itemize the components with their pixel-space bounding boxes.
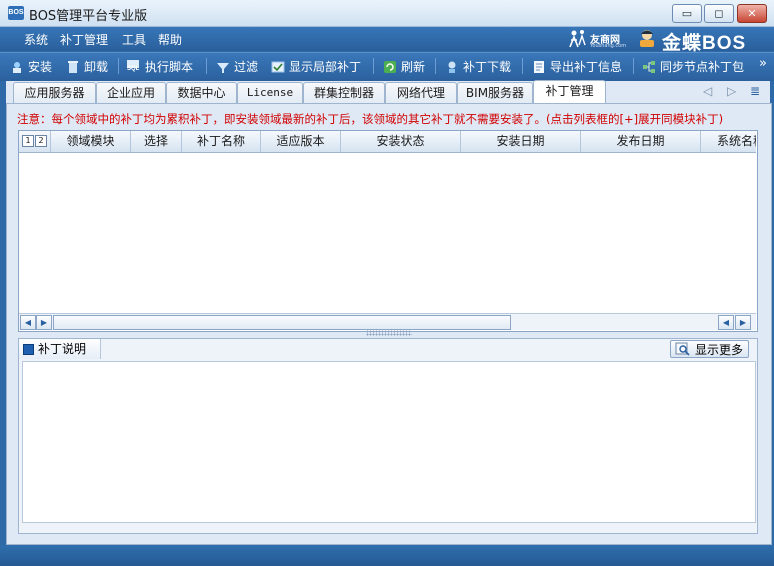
minimize-button[interactable]: ▭ [672, 4, 702, 23]
install-icon [13, 61, 21, 73]
filter-button[interactable]: 过滤 [216, 58, 258, 75]
column-install-status[interactable]: 安装状态 [341, 131, 461, 152]
export-icon [534, 60, 544, 73]
tab-app-server[interactable]: 应用服务器 [13, 82, 96, 103]
patch-description-content[interactable] [22, 361, 756, 523]
patch-download-button[interactable]: 补丁下载 [445, 58, 511, 75]
partial-patch-icon [271, 61, 285, 72]
sql-badge: SQL [127, 65, 140, 72]
expand-level-2-button[interactable]: 2 [35, 135, 47, 147]
kingdee-mascot-icon [640, 30, 654, 47]
install-label: 安装 [28, 60, 53, 74]
window-title: BOS管理平台专业版 [29, 9, 148, 24]
column-domain-module[interactable]: 领域模块 [51, 131, 131, 152]
kingdee-bos-logo: 金蝶BOS [662, 33, 747, 54]
tab-list-menu-icon[interactable]: ≣ [750, 84, 760, 98]
scroll-right-button-2[interactable]: ▶ [735, 315, 751, 330]
scroll-thumb[interactable] [53, 315, 511, 330]
export-patch-info-button[interactable]: 导出补丁信息 [532, 58, 622, 75]
scroll-right-button[interactable]: ▶ [36, 315, 52, 330]
patch-description-label: 补丁说明 [38, 342, 87, 356]
tab-next-icon[interactable]: ▷ [727, 84, 736, 98]
column-install-date[interactable]: 安装日期 [461, 131, 581, 152]
tab-enterprise-app[interactable]: 企业应用 [96, 82, 166, 103]
refresh-button[interactable]: 刷新 [383, 58, 425, 75]
toolbar-separator [373, 58, 374, 74]
status-bar [0, 545, 774, 566]
tab-prev-icon[interactable]: ◁ [703, 84, 712, 98]
filter-label: 过滤 [234, 60, 259, 74]
menu-patch-management[interactable]: 补丁管理 [60, 31, 108, 48]
download-icon [448, 61, 456, 73]
show-partial-patch-button[interactable]: 显示局部补丁 [271, 58, 361, 75]
menu-system[interactable]: 系统 [24, 31, 48, 48]
toolbar-separator [118, 58, 119, 74]
uninstall-button[interactable]: 卸载 [66, 58, 108, 75]
patch-table-header: 1 2 领域模块 选择 补丁名称 适应版本 安装状态 安装日期 发布日期 系统名… [19, 131, 756, 153]
uninstall-label: 卸载 [84, 60, 109, 74]
description-square-icon [23, 343, 34, 355]
scroll-left-button[interactable]: ◀ [20, 315, 36, 330]
toolbar-separator [206, 58, 207, 74]
toolbar-overflow-button[interactable]: » [759, 56, 767, 71]
column-release-date[interactable]: 发布日期 [581, 131, 701, 152]
filter-icon [217, 62, 229, 73]
toolbar-separator [435, 58, 436, 74]
toolbar-separator [522, 58, 523, 74]
column-select[interactable]: 选择 [131, 131, 182, 152]
column-patch-name[interactable]: 补丁名称 [182, 131, 261, 152]
sync-node-patch-button[interactable]: 同步节点补丁包 [642, 58, 744, 75]
table-horizontal-scrollbar[interactable]: ◀ ▶ ◀ ▶ [19, 313, 756, 330]
column-system-name[interactable]: 系统名称 [701, 131, 756, 152]
tab-license[interactable]: License [237, 82, 303, 103]
patch-download-label: 补丁下载 [463, 60, 512, 74]
cumulative-patch-notice: 注意：每个领域中的补丁均为累积补丁，即安装领域最新的补丁后，该领域的其它补丁就不… [17, 112, 724, 126]
patch-description-tab[interactable]: 补丁说明 [19, 339, 101, 359]
show-partial-patch-label: 显示局部补丁 [289, 60, 362, 74]
patch-table[interactable] [18, 130, 758, 332]
sync-node-patch-label: 同步节点补丁包 [660, 60, 745, 74]
sql-script-icon: SQL [127, 59, 141, 74]
youshang-brand-sub: Youshang.com [590, 43, 627, 49]
maximize-button[interactable]: ◻ [704, 4, 734, 23]
expand-level-1-button[interactable]: 1 [22, 135, 34, 147]
tab-cluster-controller[interactable]: 群集控制器 [303, 82, 385, 103]
sync-icon [643, 60, 655, 73]
menu-tools[interactable]: 工具 [122, 31, 146, 48]
tab-patch-management[interactable]: 补丁管理 [533, 80, 606, 104]
tab-data-center[interactable]: 数据中心 [166, 82, 237, 103]
refresh-label: 刷新 [401, 60, 426, 74]
panel-splitter-handle[interactable] [366, 330, 412, 336]
scroll-left-button-2[interactable]: ◀ [718, 315, 734, 330]
refresh-icon [384, 60, 396, 73]
tab-bim-server[interactable]: BIM服务器 [457, 82, 533, 103]
app-icon: BOS [8, 6, 24, 20]
menu-help[interactable]: 帮助 [158, 31, 182, 48]
run-script-button[interactable]: SQL 执行脚本 [127, 58, 193, 75]
export-patch-info-label: 导出补丁信息 [550, 60, 623, 74]
close-button[interactable]: ✕ [737, 4, 767, 23]
column-applicable-version[interactable]: 适应版本 [261, 131, 341, 152]
show-more-button[interactable]: 显示更多 [670, 340, 749, 358]
uninstall-icon [68, 60, 78, 73]
magnifier-icon [675, 342, 690, 356]
toolbar-separator [633, 58, 634, 74]
run-script-label: 执行脚本 [145, 60, 194, 74]
show-more-label: 显示更多 [695, 342, 744, 357]
expand-collapse-header: 1 2 [19, 131, 51, 152]
install-button[interactable]: 安装 [10, 58, 52, 75]
tab-network-proxy[interactable]: 网络代理 [385, 82, 457, 103]
